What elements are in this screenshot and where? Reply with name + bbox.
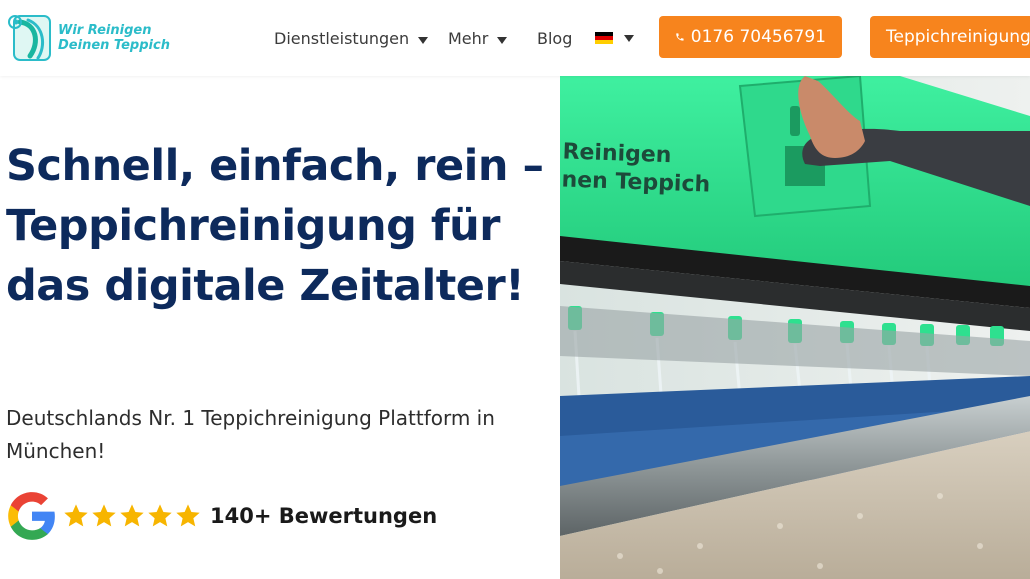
nav-item-label: Dienstleistungen — [274, 29, 410, 48]
hero-image-carpet-machine: Reinigen nen Teppich — [560, 76, 1030, 579]
call-button-label: 0176 70456791 — [690, 27, 826, 47]
logo-swirl-icon — [8, 15, 51, 61]
star-icon — [92, 504, 116, 527]
star-icon — [148, 504, 172, 527]
site-header: Wir Reinigen Deinen Teppich Dienstleistu… — [0, 0, 1030, 76]
google-reviews[interactable]: 140+ Bewertungen — [6, 490, 437, 542]
chevron-down-icon — [418, 36, 429, 44]
chevron-down-icon — [497, 36, 508, 44]
nav-item-label: Blog — [537, 29, 573, 48]
machine-branding-text: Reinigen nen Teppich — [561, 138, 712, 199]
nav-item-dienstleistungen[interactable]: Dienstleistungen — [274, 29, 429, 48]
star-icon — [176, 504, 200, 527]
logo-line-2: Deinen Teppich — [58, 38, 170, 53]
logo-wordmark: Wir Reinigen Deinen Teppich — [58, 23, 170, 53]
nav-item-label: Mehr — [448, 29, 489, 48]
nav-item-blog[interactable]: Blog — [537, 29, 572, 48]
star-icon — [120, 504, 144, 527]
star-icon — [64, 504, 88, 527]
call-button[interactable]: 0176 70456791 — [659, 16, 842, 58]
nav-item-mehr[interactable]: Mehr — [448, 29, 508, 48]
hero-title: Schnell, einfach, rein – Teppichreinigun… — [6, 141, 544, 311]
google-logo-icon — [8, 492, 55, 540]
logo-line-1: Wir Reinigen — [58, 23, 152, 38]
teppichreinigung-button[interactable]: Teppichreinigung — [870, 16, 1030, 58]
site-logo[interactable]: Wir Reinigen Deinen Teppich — [6, 10, 176, 66]
language-switcher[interactable] — [595, 32, 634, 44]
cta-button-label: Teppichreinigung — [886, 27, 1030, 47]
phone-icon — [676, 33, 684, 41]
german-flag-icon — [595, 32, 613, 44]
machine-text-line-2: nen Teppich — [561, 167, 711, 198]
hero-subtitle: Deutschlands Nr. 1 Teppichreinigung Plat… — [6, 406, 495, 463]
reviews-count: 140+ Bewertungen — [210, 504, 438, 528]
rating-stars — [62, 502, 202, 530]
chevron-down-icon — [624, 34, 634, 42]
